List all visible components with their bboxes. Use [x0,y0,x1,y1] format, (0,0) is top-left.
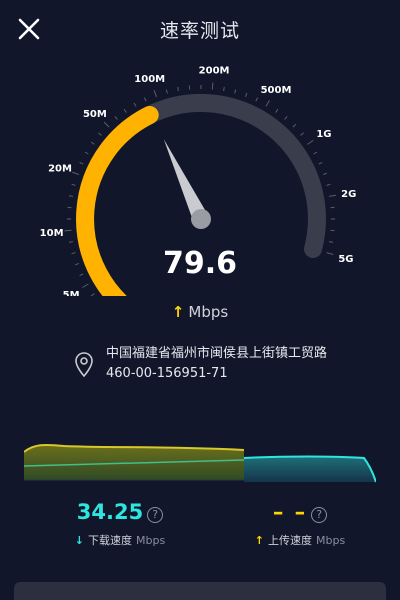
upload-speed-value: – – [272,500,308,524]
gauge-hub [191,209,211,229]
gauge-label: 20M [48,164,72,175]
speed-stats: 34.25? ↓ 下载速度 Mbps – –? ↑ 上传速度 Mbps [0,500,400,570]
location-cell-code: 460-00-156951-71 [106,366,228,381]
speed-unit-label: Mbps [188,303,229,321]
current-speed-value: 79.6 [162,246,238,281]
upload-speed-label: 上传速度 [268,534,313,547]
location-info: 中国福建省福州市闽侯县上街镇工贸路 460-00-156951-71 [75,344,386,384]
top-bar: 速率测试 [0,0,400,56]
speed-history-graph [24,443,376,483]
gauge-label: 100M [134,74,165,85]
upload-stat: – –? ↑ 上传速度 Mbps [210,500,390,548]
location-pin-icon [75,352,93,378]
download-stat: 34.25? ↓ 下载速度 Mbps [30,500,210,548]
gauge-label: 10M [40,228,64,239]
gauge-label: 50M [83,109,107,120]
upload-arrow-icon: ↑ [171,303,185,321]
download-speed-unit: Mbps [136,534,166,547]
gauge-label: 2G [341,189,356,200]
gauge-label: 1G [316,129,331,140]
download-speed-value: 34.25 [76,500,144,524]
download-help-icon[interactable]: ? [147,506,164,523]
upload-speed-unit: Mbps [316,534,346,547]
download-speed-label: 下载速度 [88,534,133,547]
download-arrow-icon: ↓ [74,534,85,547]
upload-arrow-icon: ↑ [254,534,265,547]
bottom-panel[interactable] [14,582,386,600]
location-address: 中国福建省福州市闽侯县上街镇工贸路 [106,346,328,361]
gauge-label: 500M [261,85,292,96]
upload-graph-area [244,456,376,482]
speed-unit: ↑ Mbps [0,303,400,321]
gauge-label: 5M [63,290,80,296]
page-title: 速率测试 [159,20,240,42]
gauge-label: 200M [199,66,230,77]
upload-help-icon[interactable]: ? [311,506,328,523]
